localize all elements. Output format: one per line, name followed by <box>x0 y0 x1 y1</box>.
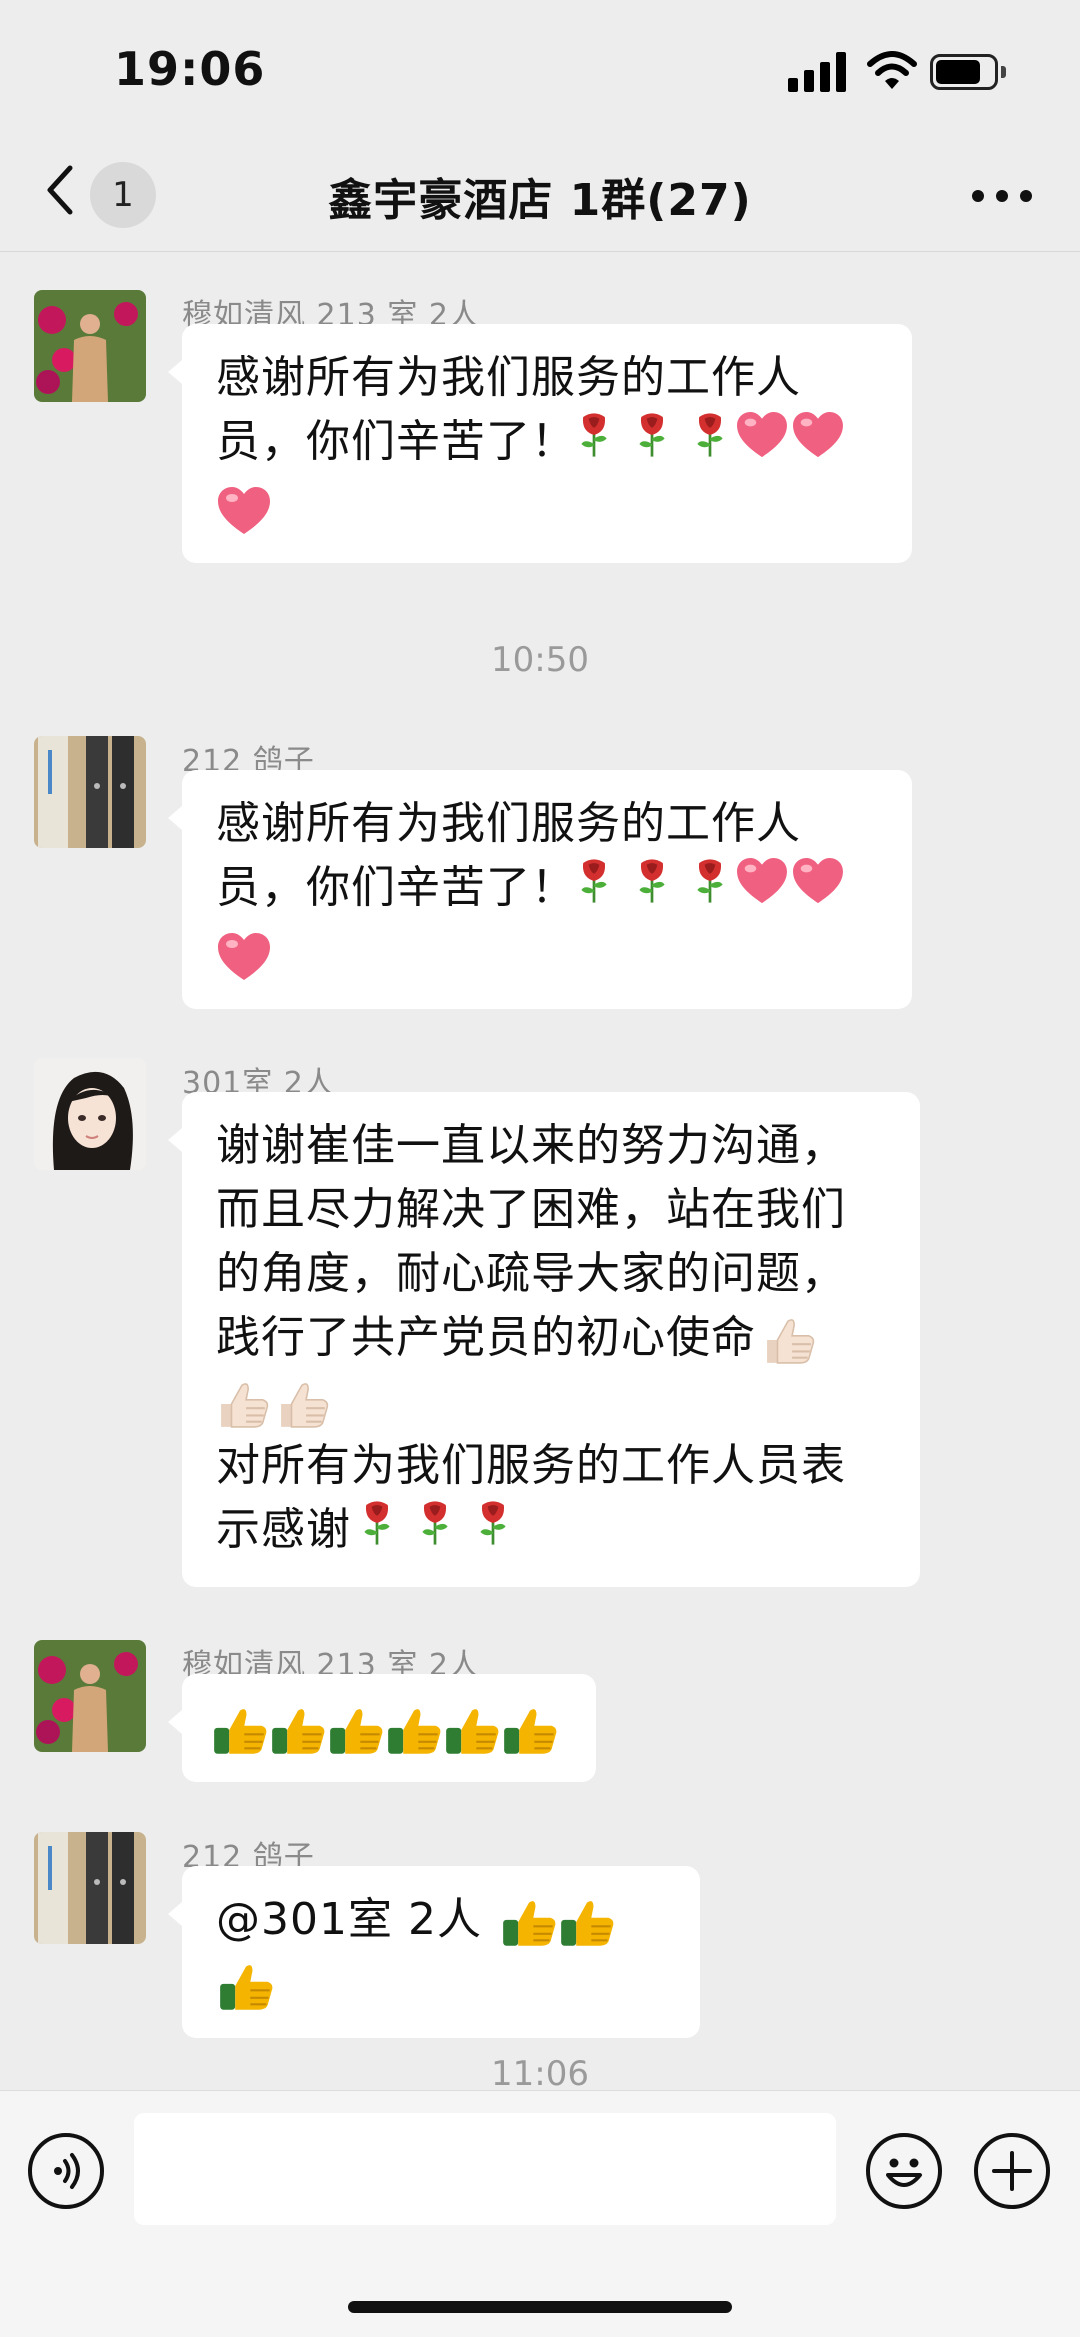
message-input[interactable] <box>134 2113 836 2225</box>
message-text-line: 对所有为我们服务的工作人员表 <box>216 1440 846 1491</box>
timestamp: 10:50 <box>491 640 589 680</box>
heart-icon <box>734 411 790 459</box>
thumbs-up-icon <box>216 1379 272 1429</box>
thumbs-up-icon <box>559 1895 615 1949</box>
home-indicator[interactable] <box>348 2301 732 2313</box>
message-bubble[interactable]: @301室 2人 <box>168 1866 700 2038</box>
avatar[interactable] <box>34 1640 146 1752</box>
thumbs-up-icon <box>386 1703 442 1757</box>
rose-icon <box>692 411 728 459</box>
heart-icon <box>216 932 272 982</box>
thumbs-up-icon <box>270 1703 326 1757</box>
rose-icon <box>692 857 728 905</box>
avatar[interactable] <box>34 1832 146 1944</box>
status-bar: 19:06 <box>0 0 1080 140</box>
avatar[interactable] <box>34 290 146 402</box>
more-options-icon[interactable] <box>972 190 1032 204</box>
timestamp: 11:06 <box>491 2054 589 2094</box>
rose-icon <box>634 857 670 905</box>
heart-icon <box>790 857 846 905</box>
message-text-line: 的角度，耐心疏导大家的问题， <box>216 1248 846 1299</box>
message-bubble[interactable] <box>168 1674 596 1782</box>
heart-icon <box>790 411 846 459</box>
thumbs-up-icon <box>762 1315 818 1365</box>
message-text-line: 感谢所有为我们服务的工作人 <box>216 798 801 849</box>
thumbs-up-icon <box>501 1895 557 1949</box>
thumbs-up-icon <box>276 1379 332 1429</box>
rose-icon <box>576 411 612 459</box>
battery-icon <box>930 54 1006 90</box>
message-text-line: 践行了共产党员的初心使命 <box>216 1312 756 1363</box>
rose-icon <box>634 411 670 459</box>
cellular-signal-icon <box>788 52 846 92</box>
chat-header: 1 鑫宇豪酒店 1群(27) <box>0 140 1080 252</box>
rose-icon <box>475 1499 511 1547</box>
chat-input-bar <box>0 2090 1080 2337</box>
status-time: 19:06 <box>114 42 266 96</box>
message-text-line: 而且尽力解决了困难，站在我们 <box>216 1184 846 1235</box>
message-text-line: @301室 2人 <box>216 1894 497 1945</box>
message-text-line: 示感谢 <box>216 1504 351 1555</box>
avatar[interactable] <box>34 736 146 848</box>
thumbs-up-icon <box>212 1703 268 1757</box>
thumbs-up-icon <box>444 1703 500 1757</box>
plus-icon[interactable] <box>974 2133 1050 2209</box>
message-text-line: 员，你们辛苦了！ <box>216 416 576 467</box>
avatar[interactable] <box>34 1058 146 1170</box>
message-text-line: 员，你们辛苦了！ <box>216 862 576 913</box>
message-text-line: 感谢所有为我们服务的工作人 <box>216 352 801 403</box>
message-bubble[interactable]: 谢谢崔佳一直以来的努力沟通， 而且尽力解决了困难，站在我们 的角度，耐心疏导大家… <box>168 1092 920 1587</box>
message-text-line: 谢谢崔佳一直以来的努力沟通， <box>216 1120 846 1171</box>
emoji-icon[interactable] <box>866 2133 942 2209</box>
wifi-icon <box>867 51 917 89</box>
message-bubble[interactable]: 感谢所有为我们服务的工作人 员，你们辛苦了！ <box>168 770 912 1009</box>
heart-icon <box>216 486 272 536</box>
rose-icon <box>576 857 612 905</box>
voice-input-icon[interactable] <box>28 2133 104 2209</box>
heart-icon <box>734 857 790 905</box>
message-bubble[interactable]: 感谢所有为我们服务的工作人 员，你们辛苦了！ <box>168 324 912 563</box>
rose-icon <box>359 1499 395 1547</box>
thumbs-up-icon <box>328 1703 384 1757</box>
thumbs-up-icon <box>218 1959 274 2013</box>
chat-title: 鑫宇豪酒店 1群(27) <box>328 175 752 226</box>
thumbs-up-icon <box>502 1703 558 1757</box>
rose-icon <box>417 1499 453 1547</box>
